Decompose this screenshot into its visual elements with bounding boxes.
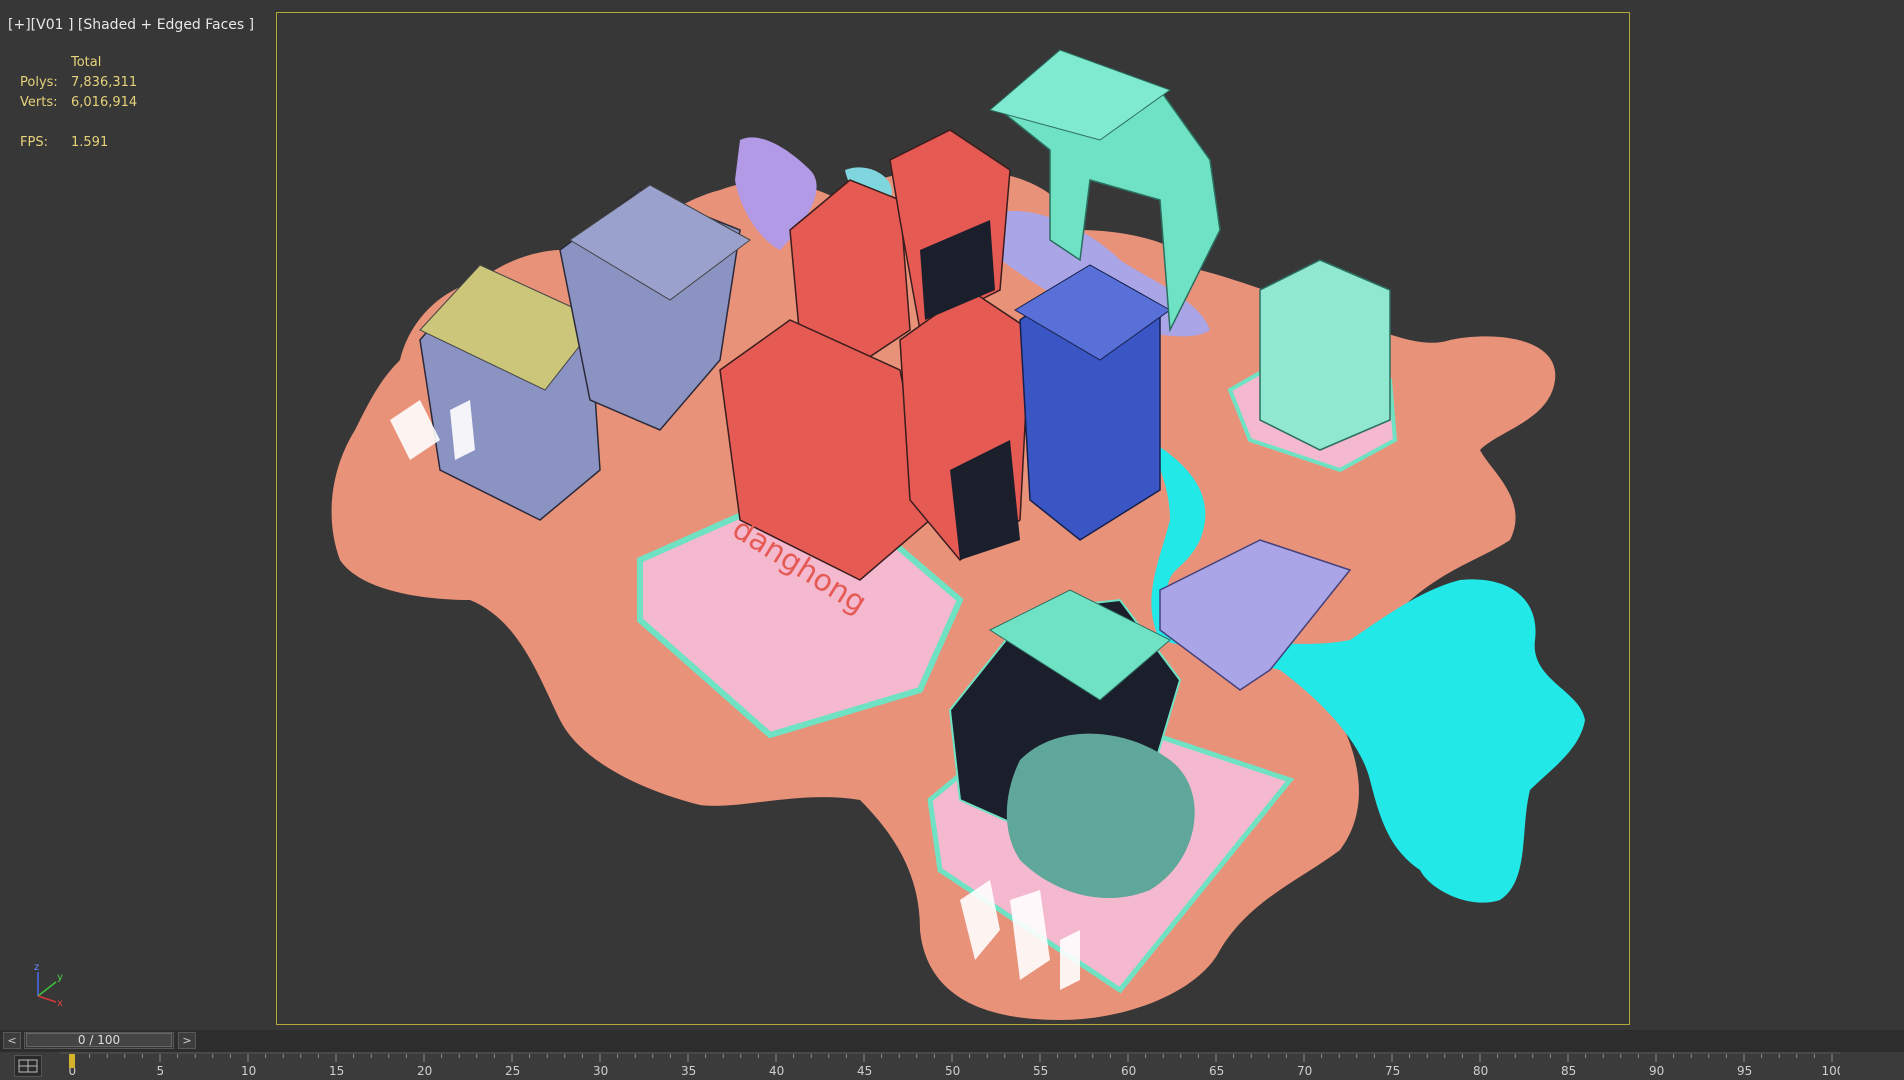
fps-value: 1.591 [71,135,109,150]
ruler-tick-label: 10 [241,1064,256,1078]
ruler-tick-label: 5 [157,1064,165,1078]
ruler-tick-label: 85 [1561,1064,1576,1078]
axis-x-label: x [57,998,63,1008]
stats-overlay: Total Polys: 7,836,311 Verts: 6,016,914 FP… [20,53,137,153]
viewport-menu-plus[interactable]: [+] [8,17,31,33]
verts-label: Verts: [20,95,58,110]
viewport-menu-shading[interactable]: [Shaded + Edged Faces ] [78,17,254,33]
axis-tripod: z y x [34,962,63,1008]
ruler-tick-label: 75 [1385,1064,1400,1078]
frame-ruler[interactable]: 0 5 10 15 20 25 30 35 40 45 50 55 60 65 70 75 80 85 90 95 10… [60,1052,1840,1080]
viewport-label: [+][V01 ] [Shaded + Edged Faces ] [8,17,254,33]
ruler-tick-label: 30 [593,1064,608,1078]
ruler-tick-label: 45 [857,1064,872,1078]
curve-editor-icon[interactable] [14,1055,42,1077]
ruler-tick-label: 40 [769,1064,784,1078]
axis-z-label: z [34,962,39,973]
current-frame-marker [69,1054,75,1068]
ruler-tick-label: 90 [1649,1064,1664,1078]
ruler-tick-label: 15 [329,1064,344,1078]
polys-label: Polys: [20,75,58,90]
ruler-tick-label: 20 [417,1064,432,1078]
polys-value: 7,836,311 [71,75,138,90]
stats-header: Total [71,55,102,70]
ruler-tick-label: 60 [1121,1064,1136,1078]
safe-frame [276,12,1630,1025]
time-next-button[interactable]: > [178,1032,196,1049]
verts-value: 6,016,914 [71,95,138,110]
time-frame-counter: 0 / 100 [77,1033,121,1047]
time-slider[interactable]: < 0 / 100 > [0,1030,1904,1052]
ruler-tick-label: 65 [1209,1064,1224,1078]
ruler-tick-label: 100 [1822,1064,1841,1078]
ruler-tick-label: 25 [505,1064,520,1078]
ruler-tick-label: 95 [1737,1064,1752,1078]
axis-y-label: y [57,972,63,983]
trackbar[interactable]: 0 5 10 15 20 25 30 35 40 45 50 55 60 65 70 75 80 85 90 95 10… [0,1052,1904,1080]
ruler-tick-label: 50 [945,1064,960,1078]
fps-label: FPS: [20,135,48,150]
ruler-tick-label: 80 [1473,1064,1488,1078]
viewport-menu-view[interactable]: [V01 ] [31,17,74,33]
time-prev-button[interactable]: < [3,1032,21,1049]
ruler-tick-label: 35 [681,1064,696,1078]
viewport[interactable]: danghong [+][V01 ] [Shaded + Edged Faces… [0,0,1904,1030]
ruler-tick-label: 55 [1033,1064,1048,1078]
ruler-tick-label: 70 [1297,1064,1312,1078]
